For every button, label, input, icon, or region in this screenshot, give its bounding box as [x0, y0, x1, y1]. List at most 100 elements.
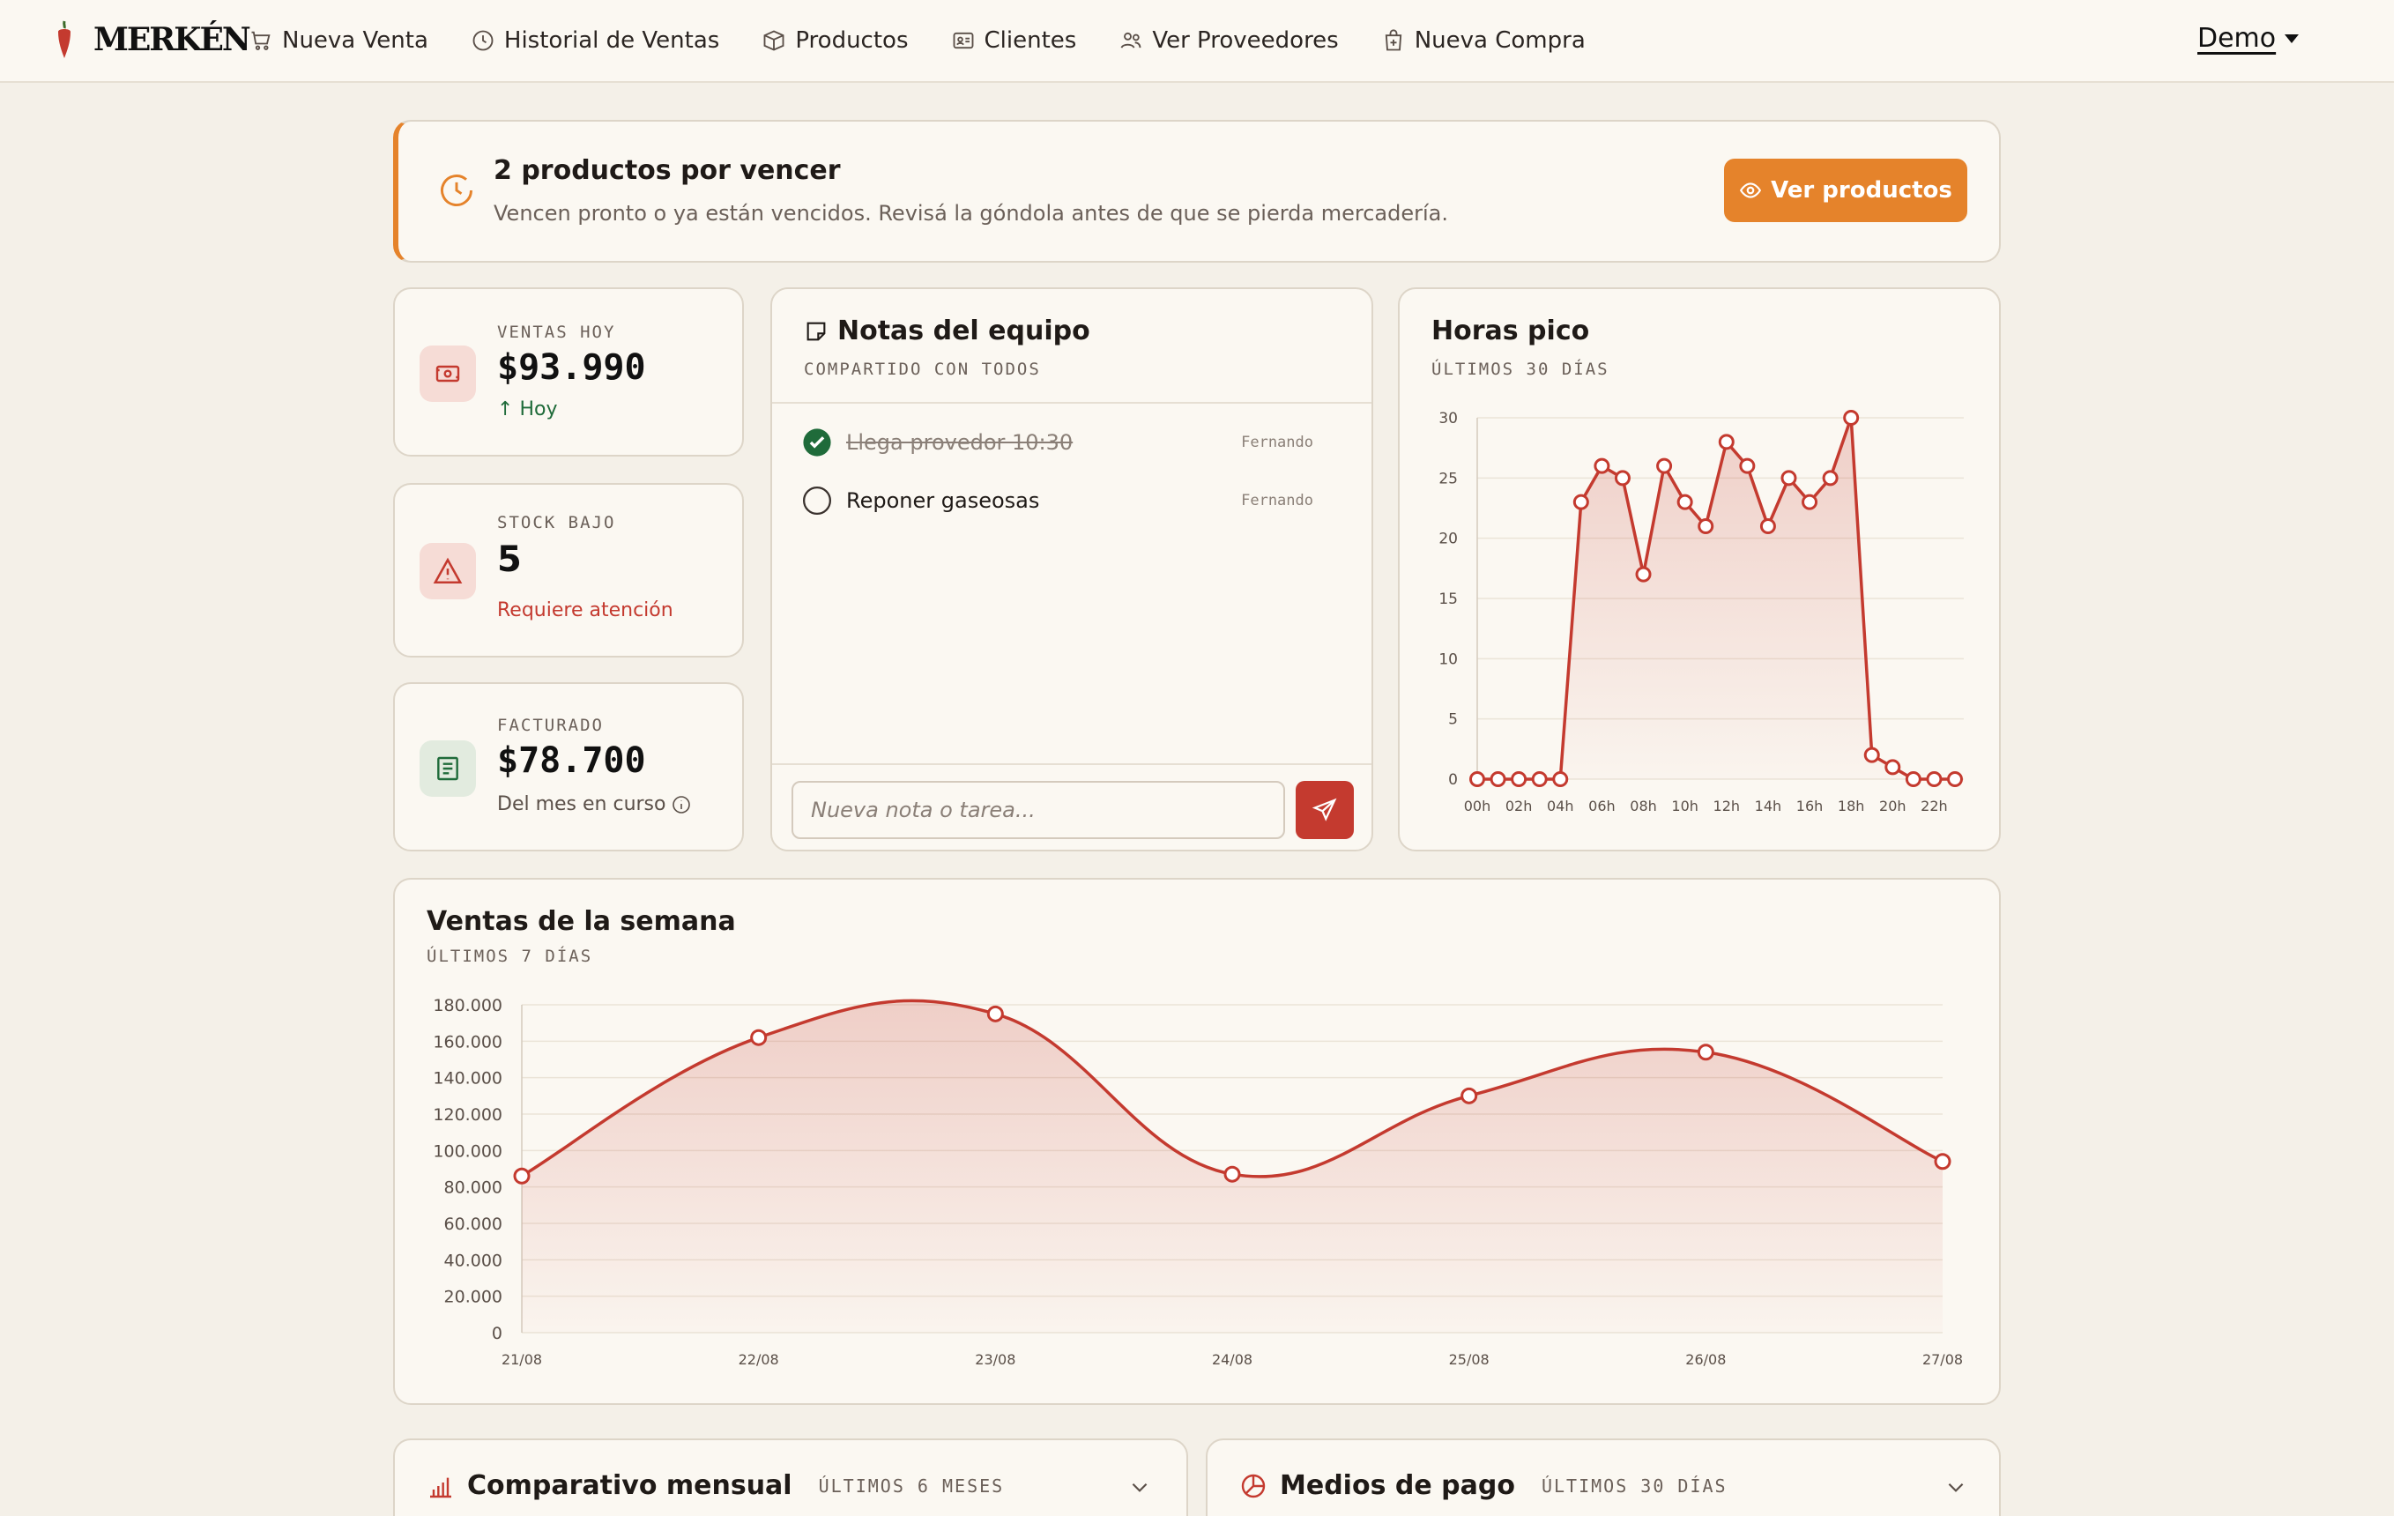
data-point [1469, 771, 1485, 787]
data-point [1572, 494, 1589, 510]
data-point [1884, 759, 1901, 776]
stat-value: $93.990 [497, 347, 646, 388]
new-note-input[interactable]: Nueva nota o tarea... [792, 781, 1285, 839]
y-tick-label: 140.000 [433, 1069, 502, 1089]
data-point [1802, 494, 1818, 510]
nav-nueva-venta[interactable]: Nueva Venta [249, 27, 428, 54]
note-author: Fernando [1241, 434, 1313, 451]
cart-icon [251, 31, 271, 50]
stat-card-low-stock: STOCK BAJO 5 Requiere atención [393, 483, 744, 658]
stat-label: STOCK BAJO [497, 513, 616, 532]
data-point [1863, 747, 1880, 763]
notes-subtitle: COMPARTIDO CON TODOS [804, 360, 1041, 379]
peak-hours-panel: Horas pico ÚLTIMOS 30 DÍAS 0 5 10 15 20 25 30 0… [1398, 287, 2001, 851]
info-icon[interactable] [671, 794, 692, 815]
note-text: Reponer gaseosas [846, 488, 1040, 513]
payment-methods-title: Medios de pago ÚLTIMOS 30 DÍAS [1239, 1470, 1728, 1501]
x-tick-label: 10h [1671, 798, 1698, 814]
chevron-down-icon[interactable] [1128, 1475, 1151, 1498]
warning-triangle-icon [420, 543, 476, 599]
monthly-comparison-title: Comparativo mensual ÚLTIMOS 6 MESES [427, 1470, 1004, 1501]
monthly-subtitle: ÚLTIMOS 6 MESES [818, 1475, 1005, 1497]
weekly-sales-panel: Ventas de la semana ÚLTIMOS 7 DÍAS 0 20.0… [393, 878, 2001, 1405]
nav-label: Nueva Compra [1414, 27, 1586, 54]
send-note-button[interactable] [1296, 781, 1354, 839]
chili-pepper-icon [58, 20, 71, 58]
monthly-comparison-panel[interactable]: Comparativo mensual ÚLTIMOS 6 MESES [393, 1438, 1188, 1516]
nav-clientes[interactable]: Clientes [951, 27, 1077, 54]
nav-nueva-compra[interactable]: Nueva Compra [1381, 27, 1586, 54]
scrollbar[interactable] [2394, 0, 2408, 1516]
nav-label: Clientes [984, 27, 1077, 54]
y-tick-label: 10 [1438, 650, 1458, 668]
data-point [1460, 1087, 1478, 1104]
top-navbar: MERKÉN Nueva Venta Historial de Ventas P… [0, 0, 2394, 83]
cash-icon [420, 346, 476, 402]
pie-chart-icon [1241, 1474, 1266, 1497]
chevron-down-icon[interactable] [1944, 1475, 1967, 1498]
y-tick-label: 0 [1448, 771, 1458, 789]
user-name: Demo [2197, 23, 2277, 54]
stat-label: VENTAS HOY [497, 323, 616, 342]
send-icon [1312, 798, 1337, 821]
y-tick-label: 60.000 [444, 1215, 502, 1234]
brand[interactable]: MERKÉN [55, 19, 251, 60]
stat-card-sales-today: VENTAS HOY $93.990 ↑ Hoy [393, 287, 744, 457]
caret-down-icon [2285, 33, 2300, 43]
x-tick-label: 27/08 [1922, 1351, 1963, 1368]
invoice-icon [420, 740, 476, 797]
stat-value: 5 [497, 539, 522, 580]
x-tick-label: 22h [1921, 798, 1948, 814]
divider [772, 763, 1371, 765]
y-tick-label: 100.000 [433, 1141, 502, 1161]
nav-label: Nueva Venta [282, 27, 428, 54]
bar-chart-icon [430, 1477, 451, 1497]
y-tick-label: 180.000 [433, 996, 502, 1015]
view-products-button[interactable]: Ver productos [1724, 159, 1967, 222]
y-tick-label: 40.000 [444, 1251, 502, 1270]
weekly-sales-chart: 0 20.000 40.000 60.000 80.000 100.000 120.000 1… [433, 996, 1963, 1368]
y-tick-label: 5 [1448, 711, 1458, 729]
data-point [1739, 457, 1756, 474]
data-point [1905, 771, 1921, 787]
x-tick-label: 22/08 [739, 1351, 779, 1368]
check-circle-icon[interactable] [802, 427, 832, 457]
id-card-icon [953, 32, 973, 49]
y-tick-label: 30 [1438, 410, 1458, 427]
nav-label: Productos [795, 27, 909, 54]
x-tick-label: 12h [1713, 798, 1741, 814]
nav-productos[interactable]: Productos [762, 27, 909, 54]
stat-value: $78.700 [497, 740, 646, 781]
box-icon [763, 30, 784, 51]
x-tick-label: 06h [1588, 798, 1616, 814]
x-tick-label: 26/08 [1685, 1351, 1726, 1368]
user-menu[interactable]: Demo [2197, 23, 2300, 54]
x-tick-label: 23/08 [975, 1351, 1015, 1368]
payments-subtitle: ÚLTIMOS 30 DÍAS [1541, 1475, 1728, 1497]
data-point [1697, 1044, 1714, 1061]
peak-hours-chart: 0 5 10 15 20 25 30 00h 02h 04h 06h 08h 10h 12h 14h 16h 1… [1438, 410, 1964, 814]
y-tick-label: 20.000 [444, 1288, 502, 1307]
nav-historial-ventas[interactable]: Historial de Ventas [471, 27, 719, 54]
clock-icon [472, 30, 494, 51]
data-point [1656, 457, 1673, 474]
stat-foot-text: Del mes en curso [497, 793, 666, 815]
note-item[interactable]: Reponer gaseosas Fernando [802, 483, 1313, 518]
data-point [1718, 434, 1735, 450]
note-item[interactable]: Llega provedor 10:30 Fernando [802, 425, 1313, 460]
y-tick-label: 120.000 [433, 1105, 502, 1125]
payment-methods-panel[interactable]: Medios de pago ÚLTIMOS 30 DÍAS [1206, 1438, 2001, 1516]
nav-ver-proveedores[interactable]: Ver Proveedores [1119, 27, 1339, 54]
note-icon [806, 322, 826, 340]
empty-circle-icon[interactable] [802, 486, 832, 516]
data-point [1934, 1153, 1951, 1170]
view-products-label: Ver productos [1771, 177, 1952, 204]
data-point [1552, 771, 1569, 787]
x-tick-label: 25/08 [1449, 1351, 1490, 1368]
stat-trend: ↑ Hoy [497, 398, 557, 420]
data-point [1947, 771, 1963, 787]
data-point [1614, 470, 1631, 487]
data-point [1594, 457, 1610, 474]
data-point [1635, 566, 1652, 583]
eye-icon [1740, 182, 1762, 198]
